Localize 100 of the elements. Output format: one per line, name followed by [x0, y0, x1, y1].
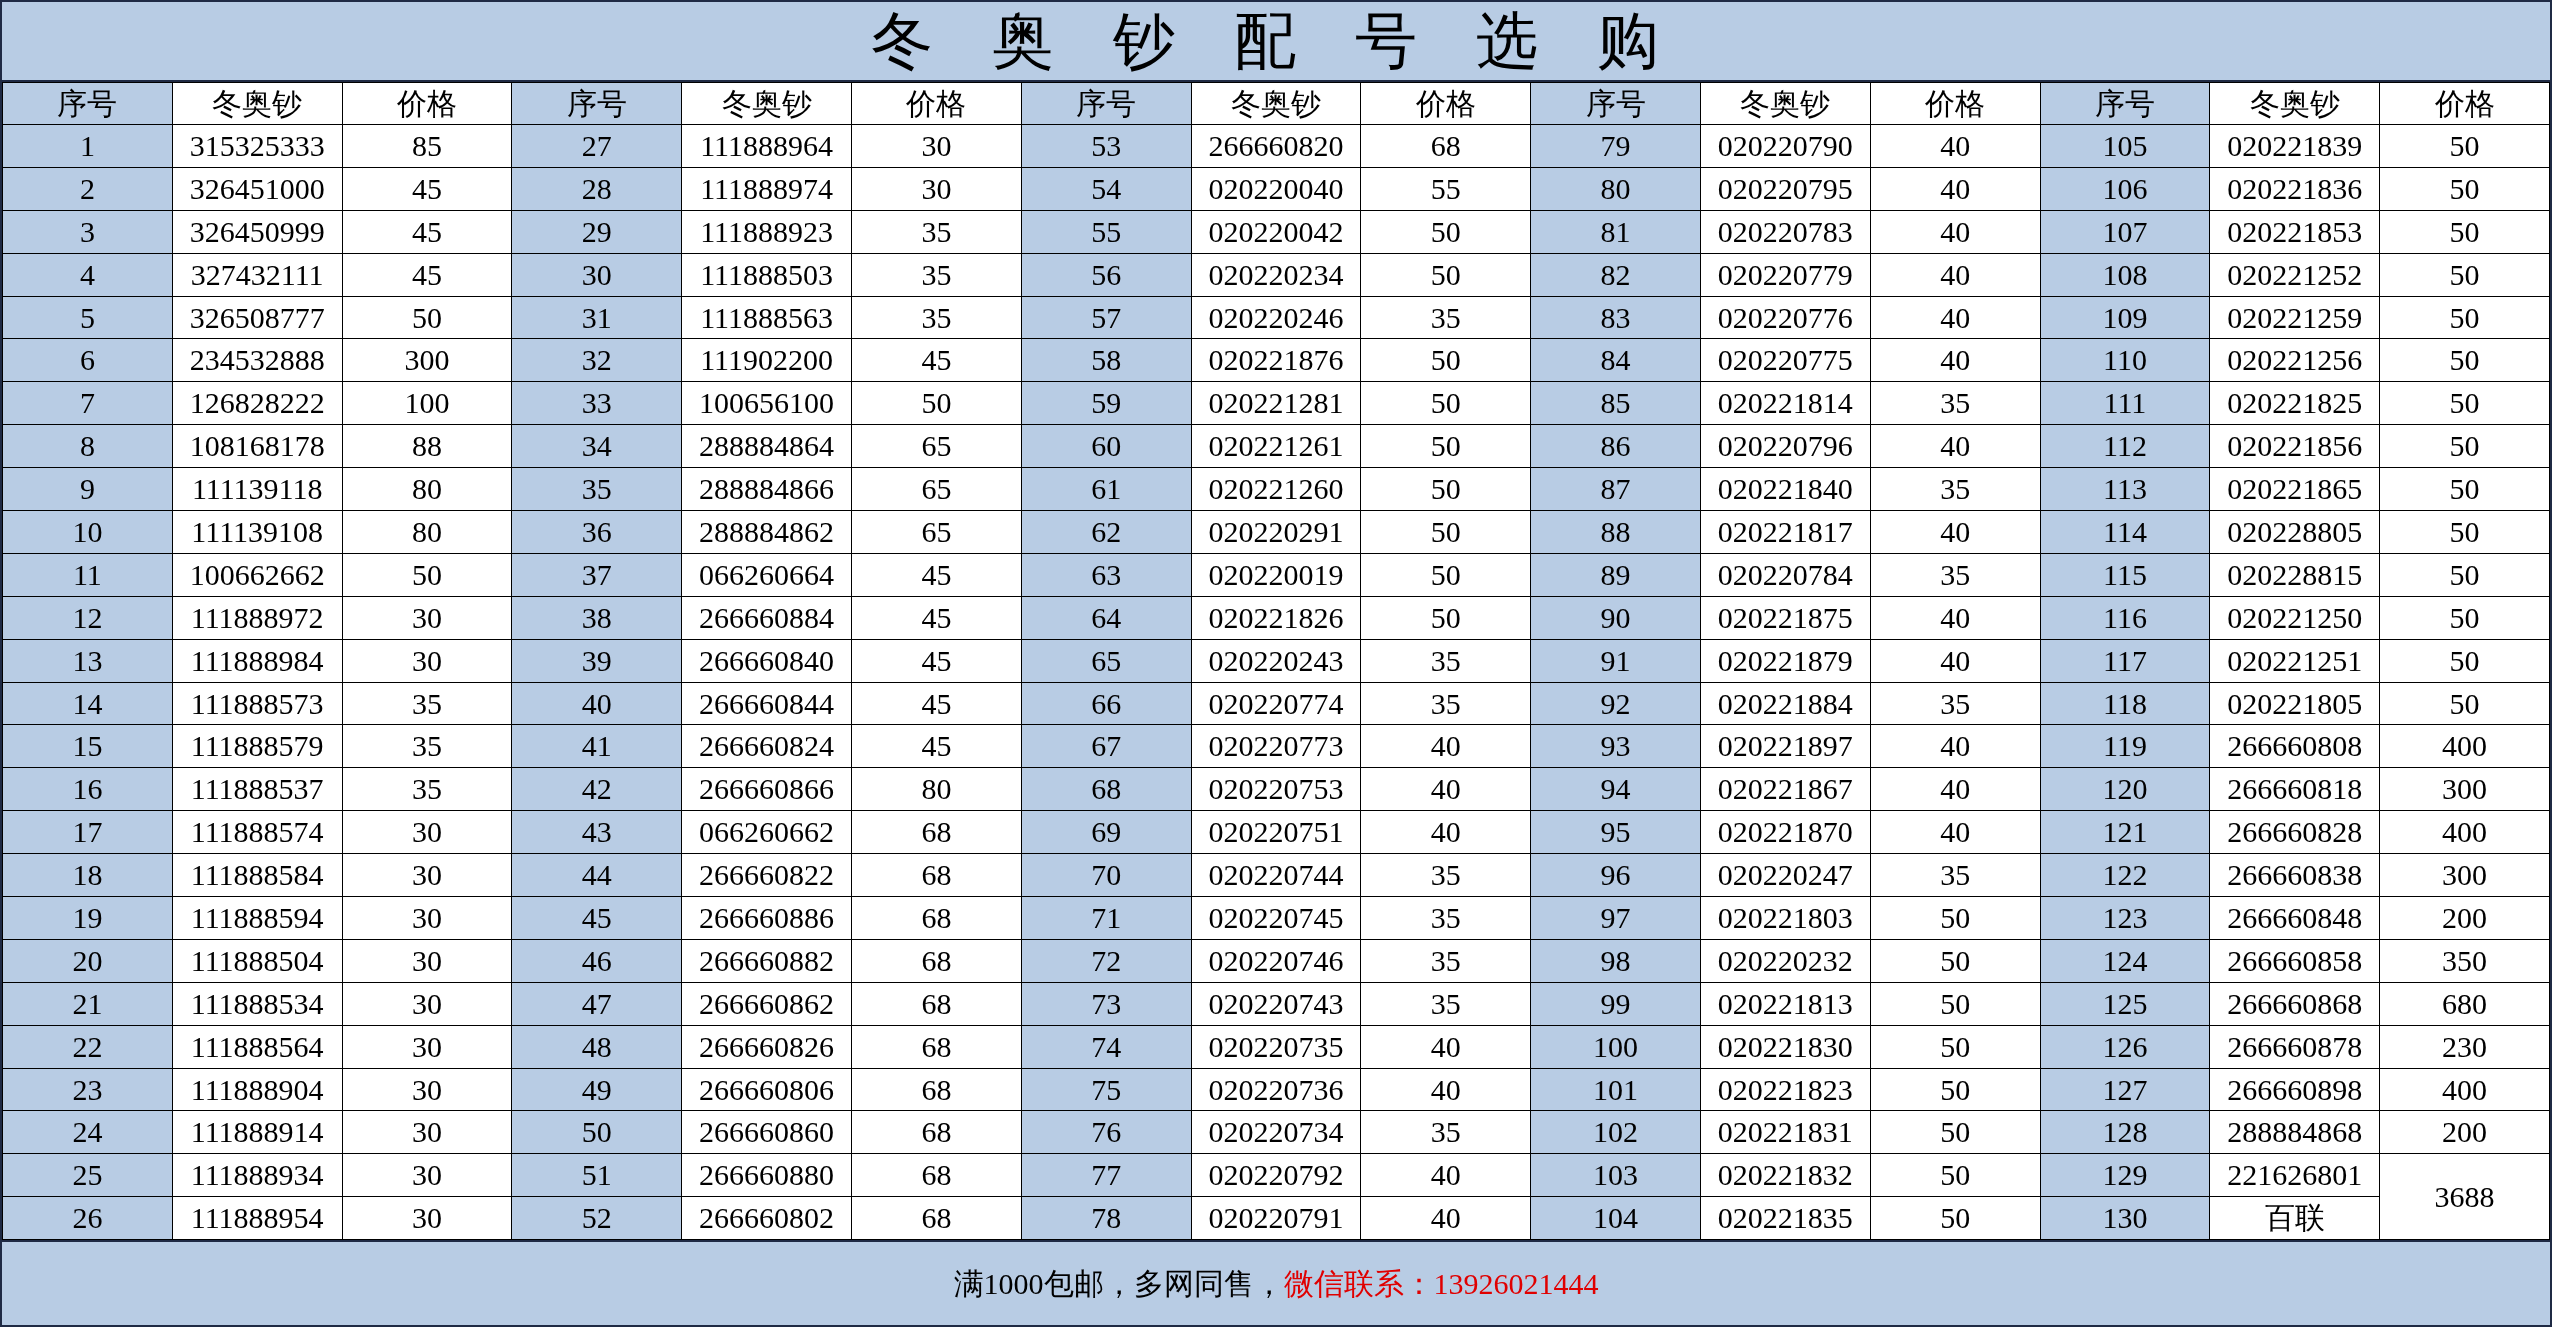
row-number: 85: [1530, 381, 1701, 425]
table-cell: 020221836: [2209, 167, 2380, 211]
row-number: 128: [2040, 1111, 2210, 1154]
table-cell: 50: [2379, 682, 2550, 725]
row-number: 121: [2040, 810, 2210, 854]
row-number: 25: [2, 1153, 173, 1197]
table-cell: 400: [2379, 810, 2550, 854]
row-number: 92: [1530, 682, 1701, 725]
row-number: 101: [1530, 1068, 1701, 1111]
row-number: 93: [1530, 724, 1701, 768]
row-number: 21: [2, 982, 173, 1026]
table-cell: 35: [1870, 553, 2041, 597]
table-cell: 020221831: [1700, 1111, 1871, 1154]
row-number: 81: [1530, 210, 1701, 254]
table-cell: 326508777: [172, 296, 343, 339]
table-cell: 400: [2379, 724, 2550, 768]
table-cell: 020221830: [1700, 1025, 1871, 1069]
table-cell: 50: [1360, 338, 1531, 382]
table-cell: 020221814: [1700, 381, 1871, 425]
table-cell: 020221839: [2209, 124, 2380, 168]
table-cell: 68: [851, 1111, 1022, 1154]
row-number: 89: [1530, 553, 1701, 597]
table-cell: 30: [342, 853, 512, 897]
row-number: 55: [1021, 210, 1192, 254]
row-number: 112: [2040, 424, 2210, 468]
table-cell: 020221813: [1700, 982, 1871, 1026]
row-number: 22: [2, 1025, 173, 1069]
row-number: 62: [1021, 510, 1192, 554]
table-cell: 35: [1360, 296, 1531, 339]
table-cell: 50: [1360, 253, 1531, 297]
row-number: 129: [2040, 1153, 2210, 1197]
table-cell: 50: [1360, 210, 1531, 254]
row-number: 4: [2, 253, 173, 297]
table-cell: 30: [342, 896, 512, 940]
table-cell: 68: [851, 939, 1022, 983]
row-number: 110: [2040, 338, 2210, 382]
table-cell: 111888984: [172, 639, 343, 683]
table-cell: 266660880: [681, 1153, 852, 1197]
table-cell: 111888904: [172, 1068, 343, 1111]
table-cell: 50: [1870, 982, 2041, 1026]
table-cell: 020220753: [1191, 767, 1361, 811]
table-cell: 266660884: [681, 596, 852, 640]
row-number: 31: [511, 296, 682, 339]
table-cell: 111888972: [172, 596, 343, 640]
row-number: 108: [2040, 253, 2210, 297]
column-header: 序号: [1021, 82, 1192, 125]
table-cell: 020221876: [1191, 338, 1361, 382]
table-cell: 020228805: [2209, 510, 2380, 554]
row-number: 86: [1530, 424, 1701, 468]
table-cell: 020221259: [2209, 296, 2380, 339]
table-cell: 40: [1360, 1196, 1531, 1240]
row-number: 20: [2, 939, 173, 983]
table-cell: 020220246: [1191, 296, 1361, 339]
row-number: 59: [1021, 381, 1192, 425]
row-number: 5: [2, 296, 173, 339]
row-number: 88: [1530, 510, 1701, 554]
table-cell: 266660858: [2209, 939, 2380, 983]
table-cell: 020220783: [1700, 210, 1871, 254]
table-cell: 111888964: [681, 124, 852, 168]
contact-info: 微信联系：13926021444: [1283, 1266, 1599, 1303]
row-number: 58: [1021, 338, 1192, 382]
table-cell: 020220735: [1191, 1025, 1361, 1069]
table-cell: 40: [1360, 724, 1531, 768]
table-cell: 40: [1360, 1025, 1531, 1069]
row-number: 47: [511, 982, 682, 1026]
row-number: 72: [1021, 939, 1192, 983]
row-number: 69: [1021, 810, 1192, 854]
table-cell: 020221260: [1191, 467, 1361, 511]
table-cell: 30: [851, 124, 1022, 168]
row-number: 24: [2, 1111, 173, 1154]
row-number: 67: [1021, 724, 1192, 768]
row-number: 120: [2040, 767, 2210, 811]
row-number: 74: [1021, 1025, 1192, 1069]
table-cell: 266660806: [681, 1068, 852, 1111]
table-cell: 50: [2379, 639, 2550, 683]
table-cell: 266660818: [2209, 767, 2380, 811]
column-header: 冬奥钞: [172, 82, 343, 125]
table-cell: 65: [851, 510, 1022, 554]
row-number: 19: [2, 896, 173, 940]
table-cell: 020221867: [1700, 767, 1871, 811]
table-cell: 020220784: [1700, 553, 1871, 597]
table-cell: 266660840: [681, 639, 852, 683]
table-cell: 50: [1870, 939, 2041, 983]
row-number: 116: [2040, 596, 2210, 640]
table-cell: 020220019: [1191, 553, 1361, 597]
row-number: 16: [2, 767, 173, 811]
row-number: 23: [2, 1068, 173, 1111]
table-cell: 020220745: [1191, 896, 1361, 940]
table-cell: 68: [851, 982, 1022, 1026]
row-number: 94: [1530, 767, 1701, 811]
table-cell: 020221856: [2209, 424, 2380, 468]
table-cell: 68: [1360, 124, 1531, 168]
row-number: 118: [2040, 682, 2210, 725]
table-cell: 020221870: [1700, 810, 1871, 854]
table-cell: 020220796: [1700, 424, 1871, 468]
table-cell: 40: [1360, 1153, 1531, 1197]
column-header: 序号: [2040, 82, 2210, 125]
table-cell: 50: [2379, 338, 2550, 382]
row-number: 37: [511, 553, 682, 597]
row-number: 49: [511, 1068, 682, 1111]
